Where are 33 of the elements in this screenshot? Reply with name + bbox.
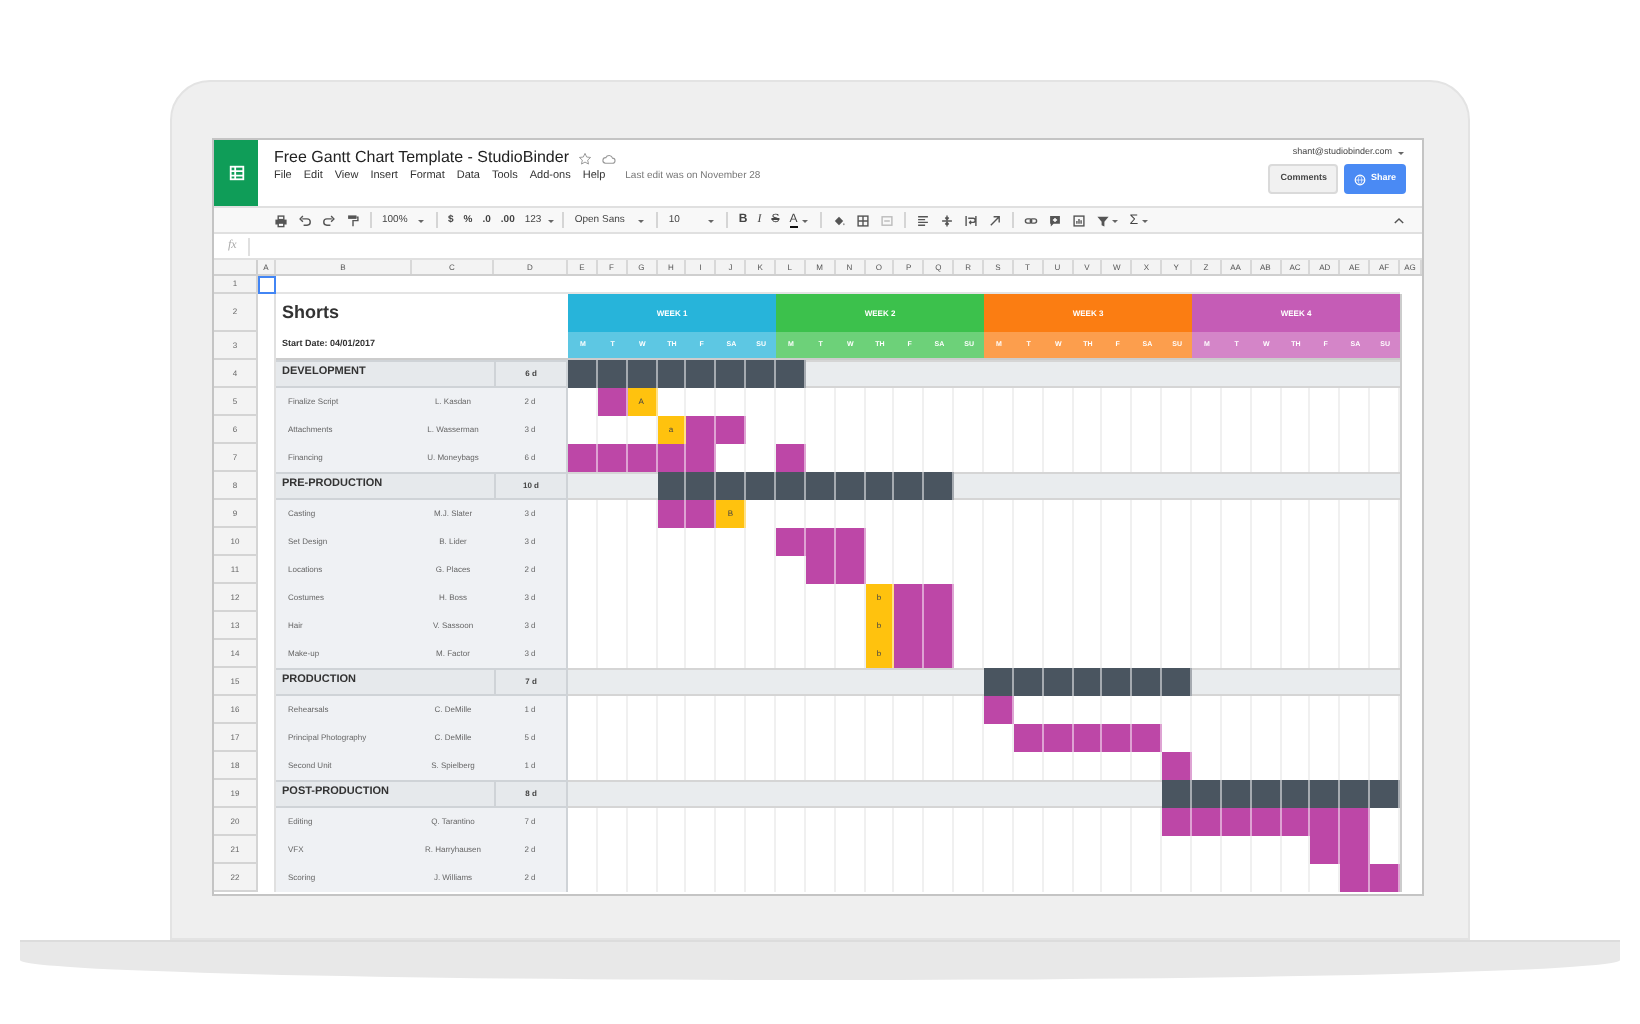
- redo-icon[interactable]: [322, 213, 336, 227]
- caret-icon: [706, 215, 717, 225]
- spreadsheet-icon: [227, 164, 245, 182]
- filter-icon: [1095, 213, 1110, 227]
- caret-icon: [799, 215, 810, 225]
- caret-icon: [1396, 148, 1406, 158]
- caret-icon: [416, 215, 426, 225]
- sheet-title: Shorts: [280, 300, 342, 326]
- merge-cells-icon[interactable]: [879, 213, 894, 227]
- sheets-logo[interactable]: [214, 140, 258, 206]
- text-rotation-icon[interactable]: [987, 213, 1002, 227]
- caret-icon: [545, 215, 556, 225]
- caret-icon: [636, 215, 647, 225]
- cloud-icon[interactable]: [602, 151, 617, 165]
- align-left-icon[interactable]: [915, 213, 930, 227]
- filter-button[interactable]: [1095, 213, 1120, 227]
- link-icon[interactable]: [1023, 213, 1038, 227]
- undo-icon[interactable]: [298, 213, 312, 227]
- text-wrap-icon[interactable]: [963, 213, 978, 227]
- collapse-icon[interactable]: [1392, 213, 1406, 227]
- document-title: Free Gantt Chart Template - StudioBinder: [274, 150, 569, 166]
- chart-icon[interactable]: [1071, 213, 1086, 227]
- globe-icon: [1354, 173, 1367, 185]
- spreadsheet-cell[interactable]: [258, 276, 276, 294]
- comment-icon[interactable]: [1047, 213, 1062, 227]
- caret-icon: [1109, 215, 1120, 225]
- print-icon[interactable]: [274, 213, 288, 227]
- borders-icon[interactable]: [855, 213, 870, 227]
- paint-roller-icon[interactable]: [346, 213, 360, 227]
- fill-bucket-icon[interactable]: [831, 213, 846, 227]
- caret-icon: [1140, 215, 1151, 225]
- star-icon[interactable]: [578, 151, 593, 165]
- vertical-align-icon[interactable]: [939, 213, 954, 227]
